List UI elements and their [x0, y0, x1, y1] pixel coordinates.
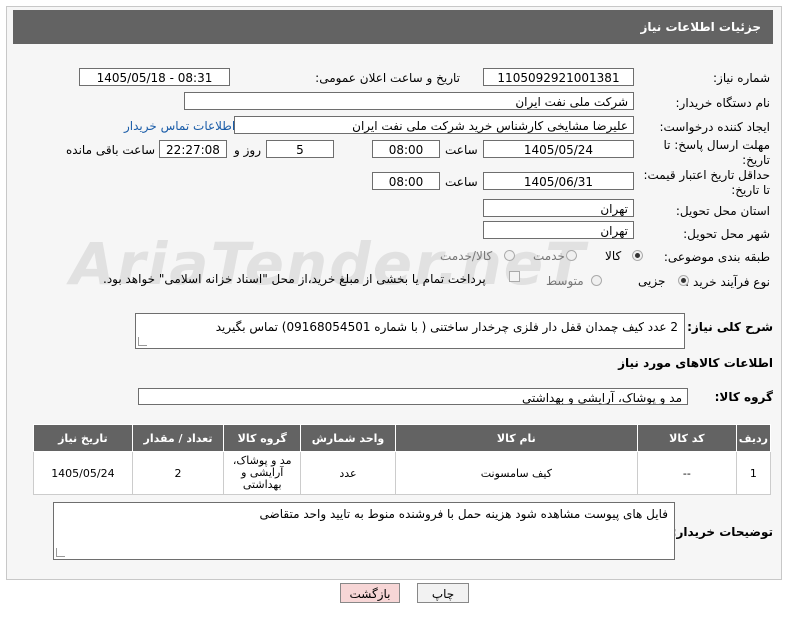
- cell-row: 1: [735, 451, 772, 495]
- buyer-notes-text: فایل های پیوست مشاهده شود هزینه حمل با ف…: [259, 507, 668, 521]
- watermark-logo: AriaTender.neT: [70, 230, 587, 298]
- reply-deadline-date: 1405/05/24: [483, 140, 634, 158]
- requester-label: ایجاد کننده درخواست:: [659, 120, 770, 134]
- buyer-contact-link[interactable]: اطلاعات تماس خریدار: [124, 119, 235, 133]
- price-validity-label-2: تا تاریخ:: [731, 183, 770, 197]
- reply-deadline-label: مهلت ارسال پاسخ: تا: [663, 138, 770, 152]
- col-name: نام کالا: [394, 424, 638, 452]
- table-row: 1 -- کیف سامسونت عدد مد و پوشاک، آرایشی …: [33, 451, 772, 495]
- buyer-notes-label: توضیحات خریدار:: [671, 525, 773, 539]
- cell-group-line3: بهداشتی: [242, 478, 282, 491]
- col-unit: واحد شمارش: [300, 424, 396, 452]
- col-date: تاریخ نیاز: [33, 424, 133, 452]
- price-validity-date: 1405/06/31: [483, 172, 634, 190]
- reply-time-label: ساعت: [445, 143, 478, 157]
- goods-group-label: گروه کالا:: [714, 390, 773, 404]
- description-textarea: 2 عدد کیف چمدان قفل دار فلزی چرخدار ساخت…: [135, 313, 685, 349]
- price-time-label: ساعت: [445, 175, 478, 189]
- resize-grip-icon[interactable]: [138, 337, 147, 346]
- category-radio-both[interactable]: [504, 250, 515, 261]
- purchase-radio-minor[interactable]: [678, 275, 689, 286]
- cell-code: --: [636, 451, 737, 495]
- reply-deadline-label-2: تاریخ:: [742, 153, 770, 167]
- remaining-time-field: 22:27:08: [159, 140, 227, 158]
- province-label: استان محل تحویل:: [675, 204, 770, 218]
- province-field: تهران: [483, 199, 634, 217]
- col-row: ردیف: [735, 424, 772, 452]
- purchase-radio-medium[interactable]: [591, 275, 602, 286]
- category-option-both: کالا/خدمت: [440, 249, 493, 263]
- goods-section-title: اطلاعات کالاهای مورد نیاز: [618, 356, 773, 370]
- announce-date-field: 1405/05/18 - 08:31: [79, 68, 230, 86]
- col-code: کد کالا: [636, 424, 737, 452]
- buyer-notes-textarea: فایل های پیوست مشاهده شود هزینه حمل با ف…: [53, 502, 675, 560]
- cell-qty: 2: [131, 451, 225, 495]
- cell-group: مد و پوشاک، آرایشی و بهداشتی: [223, 451, 302, 495]
- requester-field: علیرضا مشایخی کارشناس خرید شرکت ملی نفت …: [234, 116, 634, 134]
- category-radio-service[interactable]: [566, 250, 577, 261]
- back-button[interactable]: بازگشت: [340, 583, 400, 603]
- cell-date: 1405/05/24: [33, 451, 133, 495]
- announce-date-label: تاریخ و ساعت اعلان عمومی:: [315, 71, 460, 85]
- goods-table: ردیف کد کالا نام کالا واحد شمارش گروه کا…: [33, 424, 772, 495]
- treasury-note: پرداخت تمام یا بخشی از مبلغ خرید،از محل …: [103, 272, 486, 286]
- buyer-org-label: نام دستگاه خریدار:: [675, 96, 771, 110]
- cell-unit: عدد: [300, 451, 396, 495]
- page-header: جزئیات اطلاعات نیاز: [13, 10, 773, 44]
- page-title: جزئیات اطلاعات نیاز: [640, 20, 761, 34]
- col-group: گروه کالا: [223, 424, 302, 452]
- days-label: روز و: [234, 143, 261, 157]
- cell-name: کیف سامسونت: [394, 451, 638, 495]
- remaining-time-label: ساعت باقی مانده: [66, 143, 156, 157]
- purchase-option-medium: متوسط: [546, 274, 584, 288]
- description-label: شرح کلی نیاز:: [687, 320, 773, 334]
- category-option-goods: کالا: [605, 249, 622, 263]
- print-button[interactable]: چاپ: [417, 583, 469, 603]
- category-radio-goods[interactable]: [632, 250, 643, 261]
- goods-group-field: مد و پوشاک، آرایشی و بهداشتی: [138, 388, 688, 405]
- purchase-option-minor: جزیی: [638, 274, 666, 288]
- need-number-label: شماره نیاز:: [713, 71, 770, 85]
- price-validity-time: 08:00: [372, 172, 440, 190]
- city-label: شهر محل تحویل:: [683, 227, 770, 241]
- reply-days-field: 5: [266, 140, 334, 158]
- col-qty: تعداد / مقدار: [131, 424, 225, 452]
- price-validity-label: حداقل تاریخ اعتبار قیمت:: [643, 168, 770, 182]
- city-field: تهران: [483, 221, 634, 239]
- category-label: طبقه بندی موضوعی:: [663, 250, 770, 264]
- table-header-row: ردیف کد کالا نام کالا واحد شمارش گروه کا…: [33, 424, 772, 452]
- purchase-type-label: نوع فرآیند خرید :: [685, 275, 770, 289]
- buyer-org-field: شرکت ملی نفت ایران: [184, 92, 634, 110]
- resize-grip-icon[interactable]: [56, 548, 65, 557]
- need-number-field: 1105092921001381: [483, 68, 634, 86]
- reply-deadline-time: 08:00: [372, 140, 440, 158]
- description-text: 2 عدد کیف چمدان قفل دار فلزی چرخدار ساخت…: [215, 320, 678, 334]
- treasury-checkbox[interactable]: [509, 271, 520, 282]
- category-option-service: خدمت: [533, 249, 565, 263]
